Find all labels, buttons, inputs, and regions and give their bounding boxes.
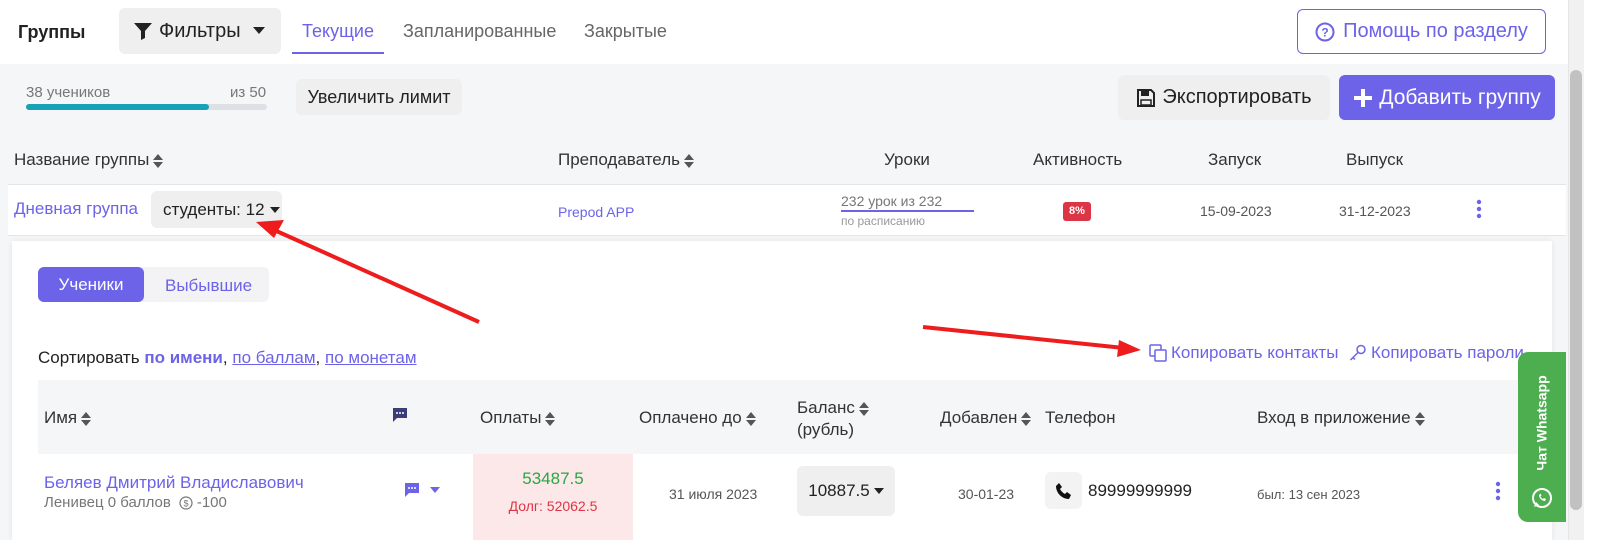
comment-dropdown[interactable] bbox=[404, 482, 440, 498]
svg-text:$: $ bbox=[183, 498, 188, 508]
copy-icon bbox=[1149, 344, 1167, 362]
student-name-link[interactable]: Беляев Дмитрий Владиславович bbox=[44, 473, 304, 493]
tab-current[interactable]: Текущие bbox=[292, 8, 384, 54]
sort-icon bbox=[153, 153, 164, 168]
sort-icon bbox=[1414, 411, 1425, 426]
export-button[interactable]: Экспортировать bbox=[1118, 75, 1330, 120]
copy-passwords-button[interactable]: Копировать пароли bbox=[1349, 343, 1524, 363]
whatsapp-icon bbox=[1531, 487, 1553, 509]
student-sub-info: Ленивец 0 баллов $ -100 bbox=[44, 494, 227, 511]
sort-by-name[interactable]: по имени bbox=[144, 348, 223, 367]
tab-dropped[interactable]: Выбывшие bbox=[165, 276, 252, 296]
add-group-label: Добавить группу bbox=[1379, 85, 1541, 109]
col-payments[interactable]: Оплаты bbox=[480, 408, 556, 428]
help-button[interactable]: ? Помощь по разделу bbox=[1297, 9, 1546, 54]
students-limit: из 50 bbox=[230, 84, 267, 101]
comment-icon bbox=[392, 407, 408, 423]
students-dropdown-label: студенты: 12 bbox=[163, 199, 265, 219]
activity-badge: 8% bbox=[1063, 202, 1091, 221]
increase-limit-button[interactable]: Увеличить лимит bbox=[296, 79, 462, 115]
sort-icon bbox=[81, 411, 92, 426]
col-start: Запуск bbox=[1208, 150, 1262, 169]
copy-passwords-label: Копировать пароли bbox=[1371, 343, 1524, 362]
sort-icon bbox=[858, 401, 869, 416]
sort-icon bbox=[545, 411, 556, 426]
tab-students[interactable]: Ученики bbox=[38, 267, 144, 302]
col-group-name[interactable]: Название группы bbox=[14, 150, 164, 170]
sort-icon bbox=[1021, 411, 1032, 426]
phone-call-button[interactable] bbox=[1045, 472, 1082, 509]
chevron-down-icon bbox=[269, 206, 280, 213]
filters-label: Фильтры bbox=[159, 19, 241, 42]
paid-until-date: 31 июля 2023 bbox=[669, 486, 758, 502]
balance-value: 10887.5 bbox=[808, 481, 870, 500]
sort-prefix: Сортировать bbox=[38, 348, 140, 367]
teacher-link[interactable]: Prepod APP bbox=[558, 204, 634, 220]
help-label: Помощь по разделу bbox=[1343, 20, 1528, 42]
sort-icon bbox=[745, 411, 756, 426]
groups-table-header bbox=[8, 133, 1566, 185]
col-balance[interactable]: Баланс (рубль) bbox=[797, 397, 869, 441]
lessons-count: 232 урок из 232 bbox=[841, 193, 943, 209]
payment-debt: Долг: 52062.5 bbox=[508, 498, 598, 514]
end-date: 31-12-2023 bbox=[1339, 203, 1411, 219]
students-dropdown[interactable]: студенты: 12 bbox=[151, 191, 282, 228]
sort-controls: Сортировать по имени, по баллам, по моне… bbox=[38, 348, 417, 367]
question-circle-icon: ? bbox=[1315, 22, 1335, 42]
copy-contacts-button[interactable]: Копировать контакты bbox=[1149, 343, 1338, 363]
col-app-login[interactable]: Вход в приложение bbox=[1257, 408, 1425, 428]
whatsapp-chat-button[interactable]: Чат Whatsapp bbox=[1518, 352, 1566, 522]
plus-icon bbox=[1353, 88, 1373, 108]
phone-icon bbox=[1055, 482, 1073, 500]
scrollbar-thumb[interactable] bbox=[1570, 70, 1582, 510]
chevron-down-icon bbox=[252, 27, 265, 35]
start-date: 15-09-2023 bbox=[1200, 203, 1272, 219]
balance-dropdown[interactable]: 10887.5 bbox=[797, 466, 895, 516]
col-lessons: Уроки bbox=[884, 150, 930, 169]
filter-icon bbox=[133, 21, 153, 41]
comment-icon bbox=[404, 482, 420, 498]
col-teacher[interactable]: Преподаватель bbox=[558, 150, 694, 170]
chevron-down-icon bbox=[430, 487, 440, 493]
save-icon bbox=[1136, 88, 1156, 108]
tab-planned[interactable]: Запланированные bbox=[403, 8, 556, 54]
page-title: Группы bbox=[18, 22, 86, 42]
copy-contacts-label: Копировать контакты bbox=[1171, 343, 1339, 362]
students-count: 38 учеников bbox=[26, 84, 111, 101]
last-login: был: 13 сен 2023 bbox=[1257, 487, 1361, 502]
coin-icon: $ bbox=[179, 495, 193, 510]
added-date: 30-01-23 bbox=[958, 486, 1015, 502]
col-phone: Телефон bbox=[1045, 408, 1116, 427]
col-added[interactable]: Добавлен bbox=[940, 408, 1032, 428]
more-vertical-icon[interactable] bbox=[1472, 199, 1486, 219]
more-vertical-icon[interactable] bbox=[1491, 481, 1505, 501]
col-activity: Активность bbox=[1033, 150, 1123, 169]
limit-progress-fill bbox=[26, 104, 210, 110]
svg-text:?: ? bbox=[1321, 25, 1328, 39]
whatsapp-label: Чат Whatsapp bbox=[1534, 374, 1551, 471]
sort-by-coins[interactable]: по монетам bbox=[325, 348, 417, 367]
col-end: Выпуск bbox=[1346, 150, 1404, 169]
chevron-down-icon bbox=[873, 488, 884, 494]
col-name[interactable]: Имя bbox=[44, 408, 92, 428]
key-icon bbox=[1349, 344, 1367, 362]
sort-icon bbox=[683, 153, 694, 168]
student-coins: -100 bbox=[196, 494, 227, 511]
limit-progress-bar bbox=[26, 104, 267, 110]
export-label: Экспортировать bbox=[1162, 86, 1312, 108]
sort-by-points[interactable]: по баллам bbox=[232, 348, 315, 367]
payment-amount: 53487.5 bbox=[522, 469, 584, 488]
lessons-progress bbox=[841, 210, 974, 212]
tab-closed[interactable]: Закрытые bbox=[584, 8, 667, 54]
filters-button[interactable]: Фильтры bbox=[119, 8, 281, 54]
add-group-button[interactable]: Добавить группу bbox=[1339, 75, 1555, 120]
col-paid-until[interactable]: Оплачено до bbox=[639, 408, 756, 428]
student-points: Ленивец 0 баллов bbox=[44, 494, 171, 511]
phone-number: 89999999999 bbox=[1088, 481, 1193, 500]
lessons-schedule: по расписанию bbox=[841, 214, 926, 228]
payment-cell bbox=[473, 454, 633, 540]
group-name-link[interactable]: Дневная группа bbox=[14, 199, 138, 219]
